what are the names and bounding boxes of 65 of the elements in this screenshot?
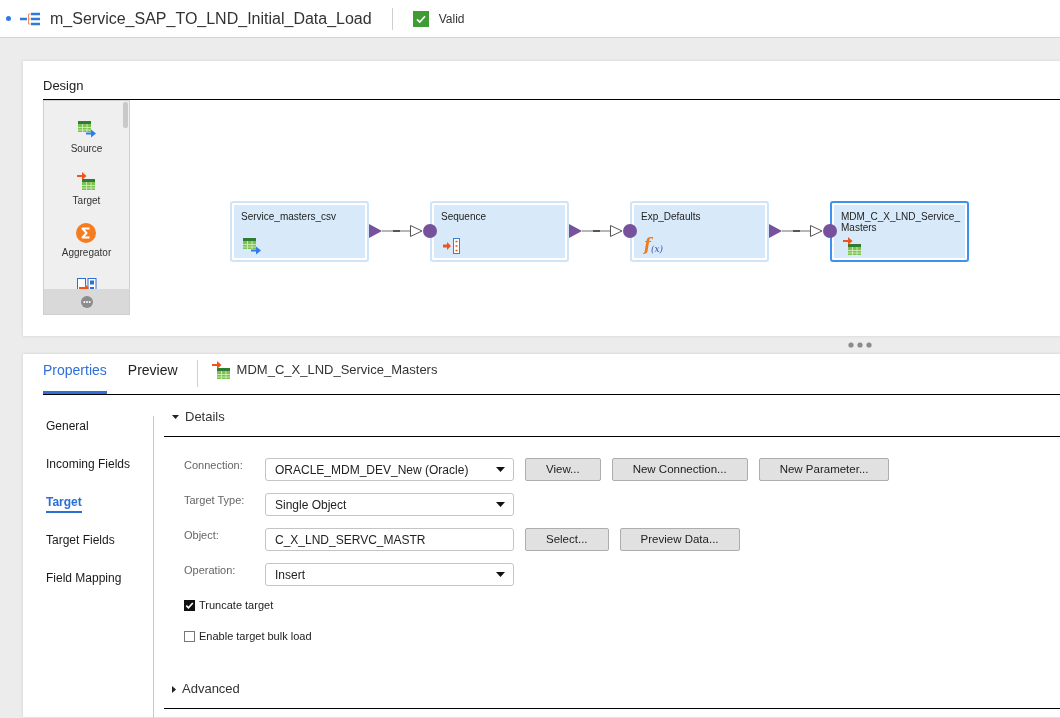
dropdown[interactable]: ORACLE_MDM_DEV_New (Oracle): [265, 458, 514, 481]
more-icon[interactable]: [80, 295, 93, 308]
dropdown[interactable]: Insert: [265, 563, 514, 586]
input-port-icon[interactable]: [823, 224, 837, 238]
checkbox-label: Truncate target: [199, 598, 274, 612]
section-title[interactable]: Details: [185, 407, 225, 427]
action-button[interactable]: Select...: [525, 528, 609, 551]
mapping-title: m_Service_SAP_TO_LND_Initial_Data_Load: [50, 8, 372, 29]
field-label: Object:: [184, 528, 220, 542]
sequence-icon: [443, 237, 461, 255]
status-label: Valid: [438, 11, 465, 26]
transformation-node[interactable]: MDM_C_X_LND_Service_Masters: [830, 201, 969, 262]
input-port-icon[interactable]: [623, 224, 637, 238]
nav-item[interactable]: Target: [46, 493, 82, 513]
section-title[interactable]: Advanced: [182, 679, 240, 699]
action-button[interactable]: View...: [525, 458, 601, 481]
bullet-dot-icon: [6, 16, 11, 21]
nav-item[interactable]: Field Mapping: [46, 569, 122, 589]
checkbox[interactable]: [184, 599, 195, 611]
node-label: MDM_C_X_LND_Service_Masters: [841, 211, 961, 233]
caret-down-icon[interactable]: [172, 415, 179, 419]
text-field[interactable]: C_X_LND_SERVC_MASTR: [265, 528, 514, 551]
connector-arrow[interactable]: [782, 224, 823, 238]
caret-right-icon[interactable]: [172, 685, 176, 693]
connector-arrow[interactable]: [382, 224, 423, 238]
dropdown-arrow-icon: [496, 572, 505, 577]
transformation-node[interactable]: Sequence: [430, 201, 569, 262]
action-button[interactable]: New Connection...: [611, 458, 748, 481]
tab[interactable]: Preview: [127, 361, 178, 394]
panel-title: Design: [43, 78, 84, 94]
palette-item[interactable]: Source: [70, 119, 103, 155]
field-label: Target Type:: [184, 493, 246, 507]
dropdown-arrow-icon: [496, 467, 505, 472]
mapping-icon: [20, 11, 40, 26]
target-table-icon: [211, 361, 230, 379]
source-table-icon: [77, 120, 96, 138]
source-table-icon: [243, 237, 261, 255]
checkbox-label: Enable target bulk load: [199, 629, 312, 643]
nav-item[interactable]: Target Fields: [46, 531, 115, 551]
sigma-circle-icon: [76, 223, 97, 243]
function-symbol: f$_{(x)}$: [644, 236, 663, 253]
action-button[interactable]: Preview Data...: [619, 528, 740, 551]
input-port-icon[interactable]: [423, 224, 437, 238]
target-table-icon: [77, 172, 96, 190]
dropdown[interactable]: Single Object: [265, 493, 514, 516]
object-name: MDM_C_X_LND_Service_Masters: [236, 361, 438, 379]
node-label: Exp_Defaults: [641, 211, 702, 222]
transformation-node[interactable]: Service_masters_csv: [230, 201, 369, 262]
field-label: Operation:: [184, 563, 237, 577]
drag-handle-icon[interactable]: [848, 342, 872, 348]
scrollbar-thumb[interactable]: [123, 102, 128, 128]
field-label: Connection:: [184, 458, 244, 472]
target-table-icon: [843, 237, 861, 255]
connector-arrow[interactable]: [582, 224, 623, 238]
nav-item[interactable]: Incoming Fields: [46, 455, 131, 475]
node-label: Service_masters_csv: [241, 211, 338, 222]
palette-item[interactable]: Target: [72, 171, 101, 207]
palette-item[interactable]: Aggregator: [61, 223, 112, 259]
checkbox[interactable]: [184, 630, 195, 642]
nav-item[interactable]: General: [46, 417, 89, 437]
tab[interactable]: Properties: [43, 361, 107, 394]
action-button[interactable]: New Parameter...: [758, 458, 890, 481]
node-label: Sequence: [441, 211, 488, 222]
dropdown-arrow-icon: [496, 502, 505, 507]
transformation-node[interactable]: Exp_Defaults f$_{(x)}$: [630, 201, 769, 262]
